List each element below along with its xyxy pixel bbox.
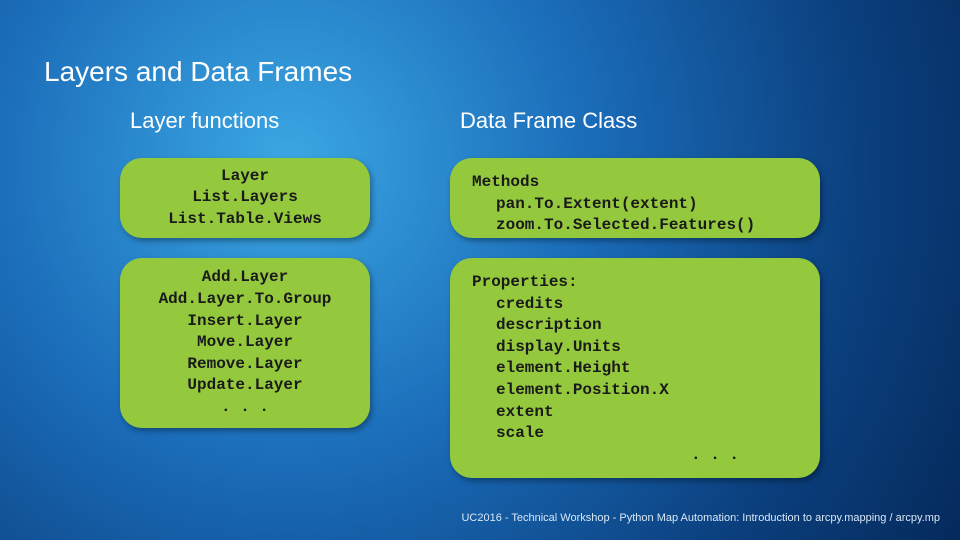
code-line: Add.Layer — [142, 267, 348, 289]
code-line: . . . — [472, 445, 798, 467]
code-line: zoom.To.Selected.Features() — [472, 215, 798, 237]
code-line: Update.Layer — [142, 375, 348, 397]
code-line: pan.To.Extent(extent) — [472, 194, 798, 216]
right-column-heading: Data Frame Class — [460, 108, 637, 134]
code-line: Add.Layer.To.Group — [142, 289, 348, 311]
code-line: credits — [472, 294, 798, 316]
code-line: Move.Layer — [142, 332, 348, 354]
code-line: List.Table.Views — [142, 209, 348, 231]
layer-list-card: Layer List.Layers List.Table.Views — [120, 158, 370, 238]
slide-title: Layers and Data Frames — [44, 56, 352, 88]
card-header: Methods — [472, 172, 798, 194]
code-line: Remove.Layer — [142, 354, 348, 376]
code-line: Layer — [142, 166, 348, 188]
code-line: Insert.Layer — [142, 311, 348, 333]
code-line: description — [472, 315, 798, 337]
code-line: element.Position.X — [472, 380, 798, 402]
code-line: scale — [472, 423, 798, 445]
footer-text: UC2016 - Technical Workshop - Python Map… — [461, 512, 940, 524]
left-column-heading: Layer functions — [130, 108, 279, 134]
properties-card: Properties: credits description display.… — [450, 258, 820, 478]
code-line: . . . — [142, 397, 348, 419]
code-line: extent — [472, 402, 798, 424]
methods-card: Methods pan.To.Extent(extent) zoom.To.Se… — [450, 158, 820, 238]
code-line: List.Layers — [142, 187, 348, 209]
layer-ops-card: Add.Layer Add.Layer.To.Group Insert.Laye… — [120, 258, 370, 428]
slide: Layers and Data Frames Layer functions D… — [0, 0, 960, 540]
card-header: Properties: — [472, 272, 798, 294]
code-line: element.Height — [472, 358, 798, 380]
code-line: display.Units — [472, 337, 798, 359]
